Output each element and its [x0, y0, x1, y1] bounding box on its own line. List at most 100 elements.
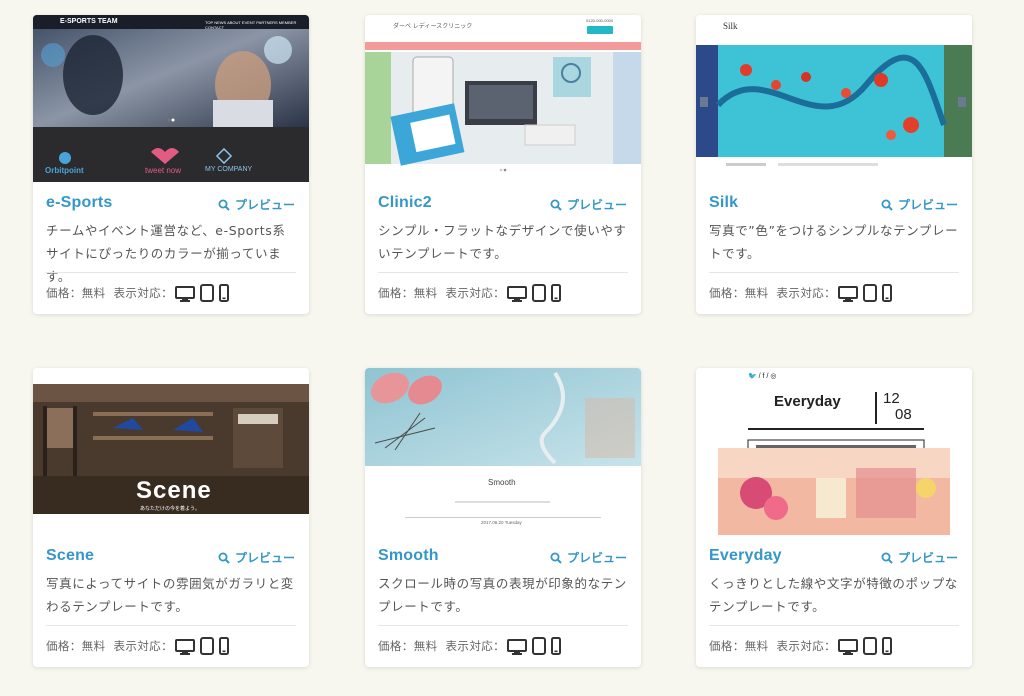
template-title[interactable]: Smooth: [378, 547, 439, 565]
template-description: 写真によってサイトの雰囲気がガラリと変わるテンプレートです。: [46, 576, 294, 614]
preview-link[interactable]: プレビュー: [881, 549, 958, 566]
clinic2-site-title: ダーベ レディースクリニック: [393, 23, 473, 30]
tablet-icon: [532, 284, 547, 302]
price-value: 無料: [81, 286, 106, 300]
tablet-icon: [532, 637, 547, 655]
esports-screenshot: [33, 15, 309, 182]
price-label: 価格：: [378, 639, 414, 653]
smartphone-icon: [551, 637, 562, 655]
divider: [709, 625, 959, 626]
desktop-icon: [175, 286, 196, 302]
display-label: 表示対応：: [445, 286, 506, 300]
price-value: 無料: [81, 639, 106, 653]
search-icon: [218, 199, 230, 211]
template-meta: 価格： 無料 表示対応：: [709, 637, 893, 655]
price-value: 無料: [413, 286, 438, 300]
template-card-clinic2[interactable]: ダーベ レディースクリニック 0120-000-0000 Clinic2 プレビ…: [365, 15, 641, 314]
preview-label: プレビュー: [234, 551, 295, 565]
esports-logo-tweet: tweet now: [145, 166, 182, 175]
esports-logo-orbitpoint: Orbitpoint: [45, 166, 84, 175]
smartphone-icon: [219, 284, 230, 302]
preview-label: プレビュー: [566, 551, 627, 565]
template-title[interactable]: Clinic2: [378, 194, 432, 212]
smartphone-icon: [551, 284, 562, 302]
desktop-icon: [507, 639, 528, 655]
everyday-date-top: 12: [883, 390, 900, 407]
price-label: 価格：: [46, 639, 82, 653]
template-title[interactable]: e-Sports: [46, 194, 113, 212]
template-description: 写真で”色”をつけるシンプルなテンプレートです。: [709, 223, 959, 261]
everyday-social-icons[interactable]: 🐦 / f / ◎: [748, 372, 776, 380]
price-value: 無料: [744, 639, 769, 653]
preview-link[interactable]: プレビュー: [550, 549, 627, 566]
price-value: 無料: [413, 639, 438, 653]
preview-link[interactable]: プレビュー: [218, 549, 295, 566]
silk-site-title: Silk: [723, 21, 738, 31]
template-card-smooth[interactable]: Smooth 2017.06.20 Tuesday Smooth プレビュー ス…: [365, 368, 641, 667]
search-icon: [550, 199, 562, 211]
divider: [46, 272, 296, 273]
smartphone-icon: [882, 637, 893, 655]
template-title[interactable]: Everyday: [709, 547, 782, 565]
template-description: シンプル・フラットなデザインで使いやすいテンプレートです。: [378, 223, 627, 261]
price-label: 価格：: [709, 639, 745, 653]
divider: [378, 272, 628, 273]
search-icon: [881, 199, 893, 211]
search-icon: [218, 552, 230, 564]
esports-logo-company: MY COMPANY: [205, 166, 253, 173]
scene-hero-sub: あなただけの今を着よう。: [140, 506, 200, 512]
price-label: 価格：: [46, 286, 82, 300]
esports-site-title: E-SPORTS TEAM: [60, 18, 118, 25]
template-meta: 価格： 無料 表示対応：: [709, 284, 893, 302]
search-icon: [881, 552, 893, 564]
preview-link[interactable]: プレビュー: [881, 196, 958, 213]
desktop-icon: [838, 286, 859, 302]
thumbnail-smooth[interactable]: Smooth 2017.06.20 Tuesday: [365, 368, 641, 535]
template-meta: 価格： 無料 表示対応：: [378, 637, 562, 655]
search-icon: [550, 552, 562, 564]
smartphone-icon: [882, 284, 893, 302]
smooth-site-title: Smooth: [488, 478, 516, 487]
smooth-date: 2017.06.20 Tuesday: [481, 520, 522, 525]
tablet-icon: [200, 637, 215, 655]
template-card-scene[interactable]: Scene あなただけの今を着よう。 Scene プレビュー 写真によってサイト…: [33, 368, 309, 667]
template-title[interactable]: Scene: [46, 547, 94, 565]
display-label: 表示対応：: [113, 639, 174, 653]
desktop-icon: [838, 639, 859, 655]
template-meta: 価格： 無料 表示対応：: [46, 637, 230, 655]
clinic2-screenshot: [365, 15, 641, 182]
template-card-everyday[interactable]: 🐦 / f / ◎ Everyday 12 08 Everyday プレビュー …: [696, 368, 972, 667]
thumbnail-silk[interactable]: Silk: [696, 15, 972, 182]
display-label: 表示対応：: [776, 639, 837, 653]
preview-link[interactable]: プレビュー: [550, 196, 627, 213]
divider: [378, 625, 628, 626]
price-label: 価格：: [378, 286, 414, 300]
template-meta: 価格： 無料 表示対応：: [378, 284, 562, 302]
template-description: くっきりとした線や文字が特徴のポップなテンプレートです。: [709, 576, 958, 614]
preview-label: プレビュー: [234, 198, 295, 212]
smooth-screenshot: [365, 368, 641, 535]
esports-nav: TOP NEWS ABOUT EVENT PARTNERS MEMBER CON…: [205, 20, 297, 30]
tablet-icon: [863, 637, 878, 655]
template-description: チームやイベント運営など、e-Sports系サイトにぴったりのカラーが揃っていま…: [46, 223, 286, 284]
thumbnail-everyday[interactable]: 🐦 / f / ◎ Everyday 12 08: [696, 368, 972, 535]
price-label: 価格：: [709, 286, 745, 300]
preview-label: プレビュー: [897, 551, 958, 565]
desktop-icon: [175, 639, 196, 655]
template-description: スクロール時の写真の表現が印象的なテンプレートです。: [378, 576, 627, 614]
thumbnail-scene[interactable]: Scene あなただけの今を着よう。: [33, 368, 309, 535]
smartphone-icon: [219, 637, 230, 655]
thumbnail-esports[interactable]: E-SPORTS TEAM TOP NEWS ABOUT EVENT PARTN…: [33, 15, 309, 182]
desktop-icon: [507, 286, 528, 302]
preview-link[interactable]: プレビュー: [218, 196, 295, 213]
thumbnail-clinic2[interactable]: ダーベ レディースクリニック 0120-000-0000: [365, 15, 641, 182]
everyday-date-bottom: 08: [895, 406, 912, 423]
template-card-esports[interactable]: E-SPORTS TEAM TOP NEWS ABOUT EVENT PARTN…: [33, 15, 309, 314]
tablet-icon: [200, 284, 215, 302]
clinic2-phone: 0120-000-0000: [586, 18, 614, 23]
silk-screenshot: [696, 15, 972, 182]
template-title[interactable]: Silk: [709, 194, 738, 212]
display-label: 表示対応：: [113, 286, 174, 300]
template-card-silk[interactable]: Silk Silk プレビュー 写真で”色”をつけるシンプルなテンプレートです。…: [696, 15, 972, 314]
preview-label: プレビュー: [897, 198, 958, 212]
